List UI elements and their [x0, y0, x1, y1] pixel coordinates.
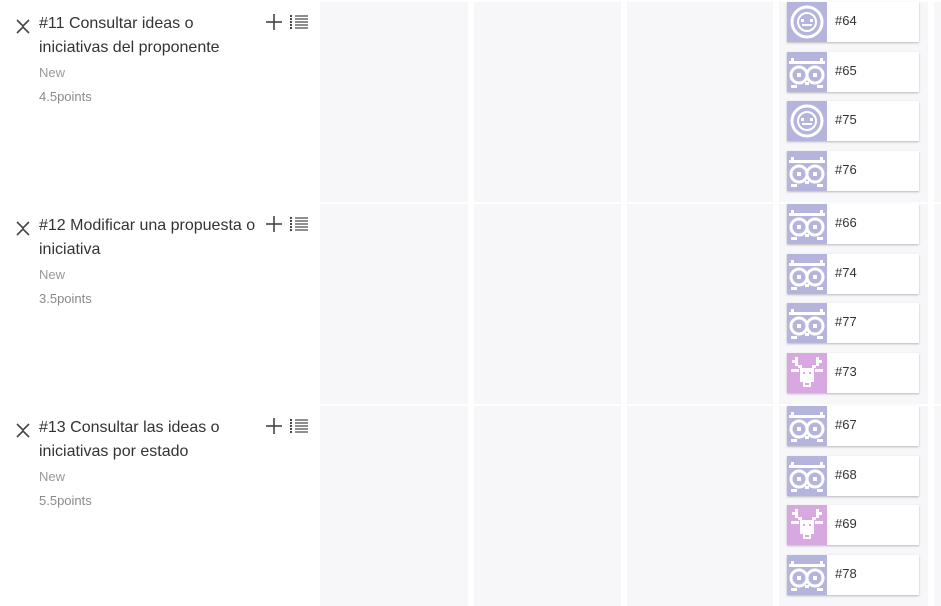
status-column-needs-info[interactable] [934, 204, 941, 404]
status-column-in-progress[interactable] [474, 204, 621, 404]
bulk-add-icon[interactable] [290, 14, 308, 30]
add-task-icon[interactable] [265, 215, 283, 233]
bulk-add-icon[interactable] [290, 216, 308, 232]
collapse-icon[interactable] [15, 422, 31, 438]
task-card[interactable]: #77 [787, 303, 919, 343]
userstory-status: New [39, 267, 66, 282]
userstory-cell: #13 Consultar las ideas o iniciativas po… [0, 406, 318, 606]
userstory-title[interactable]: #13 Consultar las ideas o iniciativas po… [39, 416, 264, 464]
owl-avatar-icon[interactable] [787, 303, 827, 343]
userstory-row: #12 Modificar una propuesta o iniciativa… [0, 204, 941, 404]
task-card[interactable]: #66 [787, 204, 919, 244]
owl-avatar-icon[interactable] [787, 254, 827, 294]
status-column-ready-for-test[interactable] [627, 204, 773, 404]
userstory-points: 5.5points [39, 493, 92, 508]
task-ref[interactable]: #78 [835, 566, 857, 581]
task-card[interactable]: #76 [787, 151, 919, 191]
face-avatar-icon[interactable] [787, 101, 827, 141]
status-column-needs-info[interactable] [934, 2, 941, 202]
userstory-title[interactable]: #12 Modificar una propuesta o iniciativa [39, 214, 264, 262]
add-task-icon[interactable] [265, 13, 283, 31]
status-column-ready-for-test[interactable] [627, 406, 773, 606]
userstory-title[interactable]: #11 Consultar ideas o iniciativas del pr… [39, 12, 264, 60]
owl-avatar-icon[interactable] [787, 204, 827, 244]
userstory-status: New [39, 469, 66, 484]
status-column-new[interactable] [320, 2, 468, 202]
status-column-ready-for-test[interactable] [627, 2, 773, 202]
task-ref[interactable]: #64 [835, 13, 857, 28]
task-ref[interactable]: #67 [835, 417, 857, 432]
task-card[interactable]: #78 [787, 555, 919, 595]
face-avatar-icon[interactable] [787, 2, 827, 42]
owl-avatar-icon[interactable] [787, 52, 827, 92]
collapse-icon[interactable] [15, 220, 31, 236]
status-column-in-progress[interactable] [474, 406, 621, 606]
task-ref[interactable]: #74 [835, 265, 857, 280]
status-column-needs-info[interactable] [934, 406, 941, 606]
deer-avatar-icon[interactable] [787, 505, 827, 545]
task-card[interactable]: #67 [787, 406, 919, 446]
task-card[interactable]: #68 [787, 456, 919, 496]
task-card[interactable]: #73 [787, 353, 919, 393]
add-task-icon[interactable] [265, 417, 283, 435]
userstory-cell: #12 Modificar una propuesta o iniciativa… [0, 204, 318, 404]
task-card[interactable]: #75 [787, 101, 919, 141]
task-ref[interactable]: #77 [835, 314, 857, 329]
task-card[interactable]: #74 [787, 254, 919, 294]
task-card[interactable]: #65 [787, 52, 919, 92]
owl-avatar-icon[interactable] [787, 456, 827, 496]
userstory-points: 3.5points [39, 291, 92, 306]
task-ref[interactable]: #65 [835, 63, 857, 78]
status-column-new[interactable] [320, 204, 468, 404]
userstory-cell: #11 Consultar ideas o iniciativas del pr… [0, 2, 318, 202]
task-ref[interactable]: #68 [835, 467, 857, 482]
userstory-points: 4.5points [39, 89, 92, 104]
bulk-add-icon[interactable] [290, 418, 308, 434]
deer-avatar-icon[interactable] [787, 353, 827, 393]
owl-avatar-icon[interactable] [787, 555, 827, 595]
owl-avatar-icon[interactable] [787, 151, 827, 191]
task-card[interactable]: #69 [787, 505, 919, 545]
userstory-row: #11 Consultar ideas o iniciativas del pr… [0, 2, 941, 202]
userstory-status: New [39, 65, 66, 80]
owl-avatar-icon[interactable] [787, 406, 827, 446]
status-column-new[interactable] [320, 406, 468, 606]
task-ref[interactable]: #75 [835, 112, 857, 127]
task-ref[interactable]: #69 [835, 516, 857, 531]
task-card[interactable]: #64 [787, 2, 919, 42]
collapse-icon[interactable] [15, 18, 31, 34]
userstory-row: #13 Consultar las ideas o iniciativas po… [0, 406, 941, 606]
task-ref[interactable]: #73 [835, 364, 857, 379]
task-ref[interactable]: #76 [835, 162, 857, 177]
task-ref[interactable]: #66 [835, 215, 857, 230]
status-column-in-progress[interactable] [474, 2, 621, 202]
